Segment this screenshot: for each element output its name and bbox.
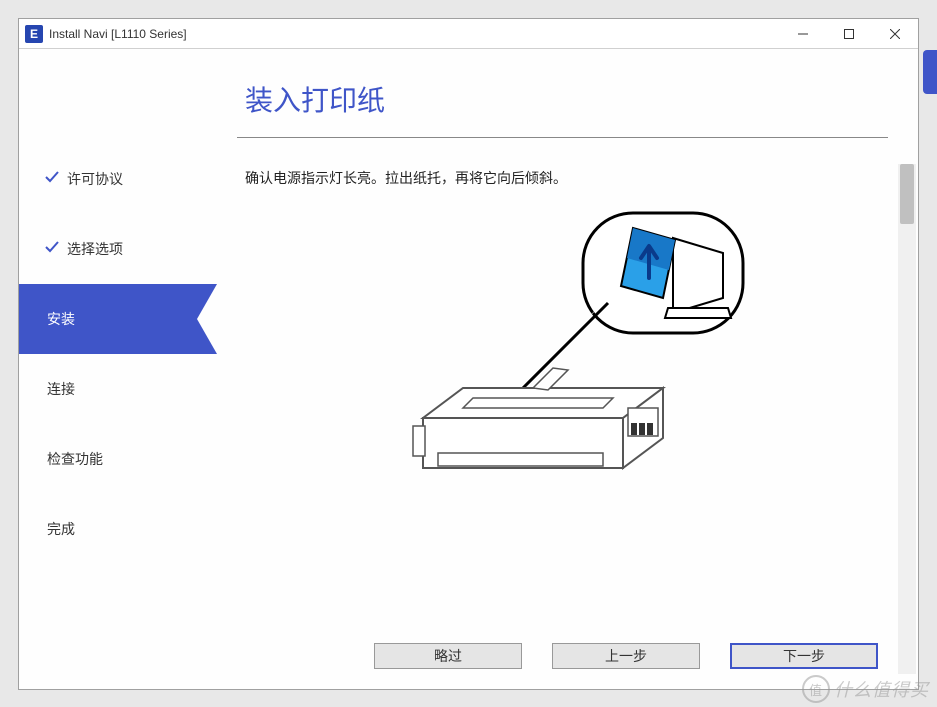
- step-label: 连接: [47, 379, 75, 399]
- sidebar: 许可协议 选择选项 安装 连接 检查功能 完成: [19, 49, 217, 689]
- titlebar: E Install Navi [L1110 Series]: [19, 19, 918, 49]
- main-panel: 装入打印纸 确认电源指示灯长亮。拉出纸托，再将它向后倾斜。: [217, 49, 918, 689]
- step-install: 安装: [19, 284, 217, 354]
- step-label: 完成: [47, 519, 75, 539]
- watermark-icon: 值: [802, 675, 830, 703]
- step-finish: 完成: [19, 494, 217, 564]
- check-icon: [45, 170, 59, 186]
- step-label: 检查功能: [47, 449, 103, 469]
- watermark-text: 什么值得买: [834, 676, 929, 702]
- button-bar: 略过 上一步 下一步: [374, 643, 878, 669]
- back-button[interactable]: 上一步: [552, 643, 700, 669]
- minimize-button[interactable]: [780, 19, 826, 48]
- window-controls: [780, 19, 918, 48]
- window-title: Install Navi [L1110 Series]: [49, 27, 780, 41]
- step-connect: 连接: [19, 354, 217, 424]
- step-label: 安装: [47, 309, 75, 329]
- next-button[interactable]: 下一步: [730, 643, 878, 669]
- side-blue-tab: [923, 50, 937, 94]
- content-area: 许可协议 选择选项 安装 连接 检查功能 完成 装入打印: [19, 49, 918, 689]
- check-icon: [45, 240, 59, 256]
- watermark: 值 什么值得买: [802, 675, 929, 703]
- printer-illustration: [237, 208, 888, 488]
- close-button[interactable]: [872, 19, 918, 48]
- step-label: 选择选项: [67, 239, 123, 259]
- maximize-button[interactable]: [826, 19, 872, 48]
- instruction-text: 确认电源指示灯长亮。拉出纸托，再将它向后倾斜。: [237, 168, 888, 188]
- step-check: 检查功能: [19, 424, 217, 494]
- app-icon: E: [25, 25, 43, 43]
- scrollbar[interactable]: [898, 164, 916, 674]
- page-title: 装入打印纸: [237, 79, 888, 138]
- step-options: 选择选项: [19, 214, 217, 284]
- step-license: 许可协议: [19, 144, 217, 214]
- scroll-thumb[interactable]: [900, 164, 914, 224]
- step-label: 许可协议: [67, 169, 123, 189]
- skip-button[interactable]: 略过: [374, 643, 522, 669]
- installer-window: E Install Navi [L1110 Series] 许可协议: [18, 18, 919, 690]
